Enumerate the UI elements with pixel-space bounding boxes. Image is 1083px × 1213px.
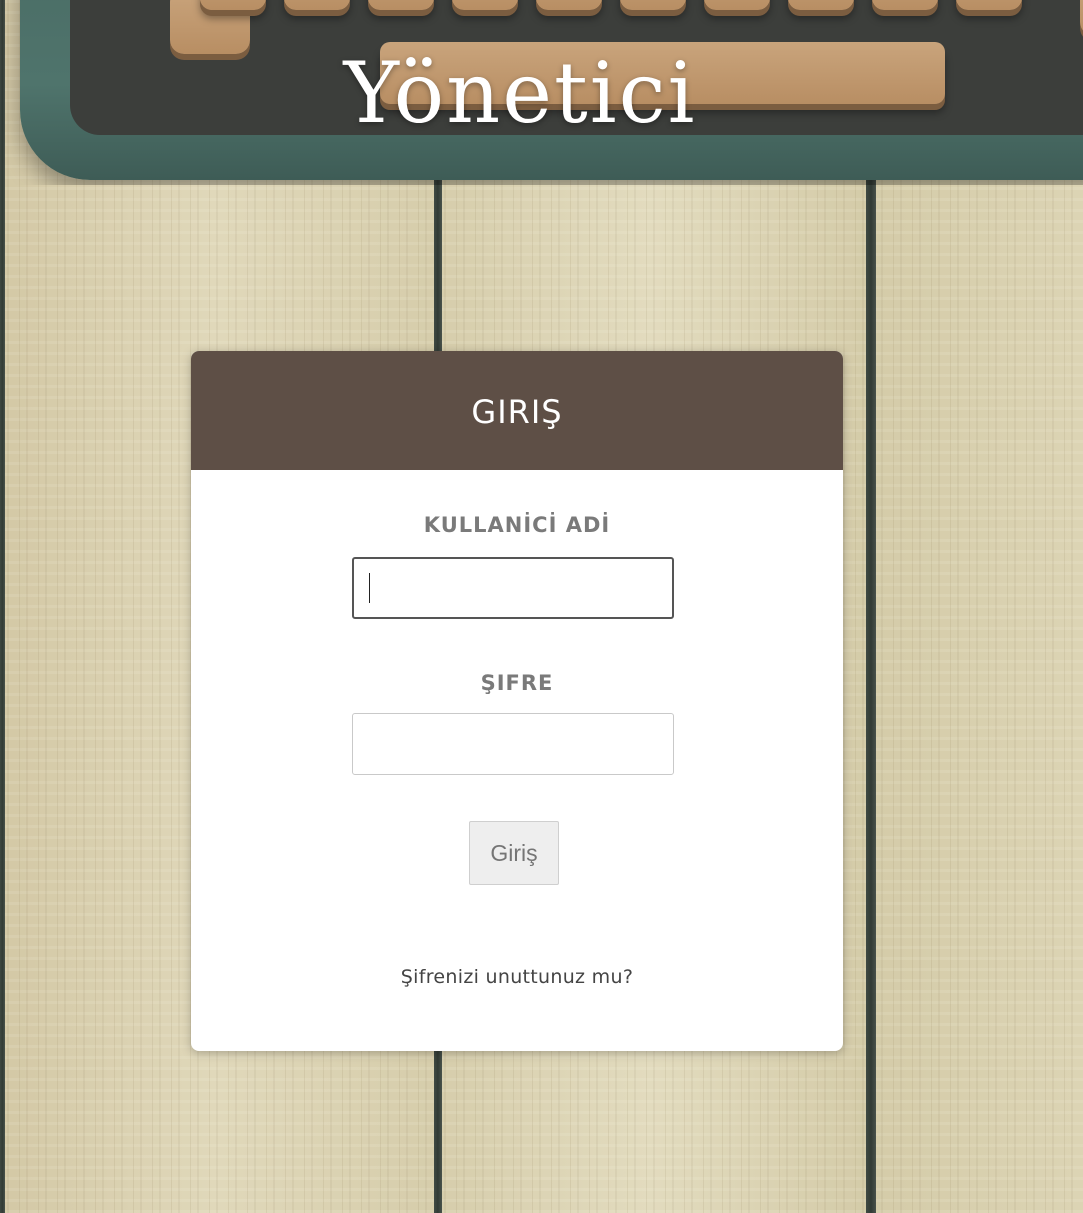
typewriter-key: .: [872, 0, 938, 10]
typewriter-key: M: [704, 0, 770, 10]
username-label: KULLANİCİ ADİ: [423, 513, 611, 537]
typewriter-key: C: [368, 0, 434, 10]
typewriter-key: N: [620, 0, 686, 10]
login-card: GIRIŞ KULLANİCİ ADİ ŞIFRE Giriş Şifreniz…: [191, 351, 843, 1051]
username-input[interactable]: [352, 557, 674, 619]
typewriter-key: B: [536, 0, 602, 10]
login-card-header: GIRIŞ: [191, 351, 843, 470]
password-label: ŞIFRE: [480, 671, 554, 695]
typewriter-key: ,: [788, 0, 854, 10]
text-cursor: [369, 573, 370, 603]
typewriter-image: Z X C V B N M , . / Yönetici: [0, 0, 1083, 185]
password-input[interactable]: [352, 713, 674, 775]
plank-seam: [866, 150, 876, 1213]
login-button[interactable]: Giriş: [469, 821, 559, 885]
typewriter-key: Z: [200, 0, 266, 10]
typewriter-key: /: [956, 0, 1022, 10]
typewriter-key: V: [452, 0, 518, 10]
site-title: Yönetici: [343, 44, 697, 142]
typewriter-key: X: [284, 0, 350, 10]
forgot-password-link[interactable]: Şifrenizi unuttunuz mu?: [191, 966, 843, 988]
